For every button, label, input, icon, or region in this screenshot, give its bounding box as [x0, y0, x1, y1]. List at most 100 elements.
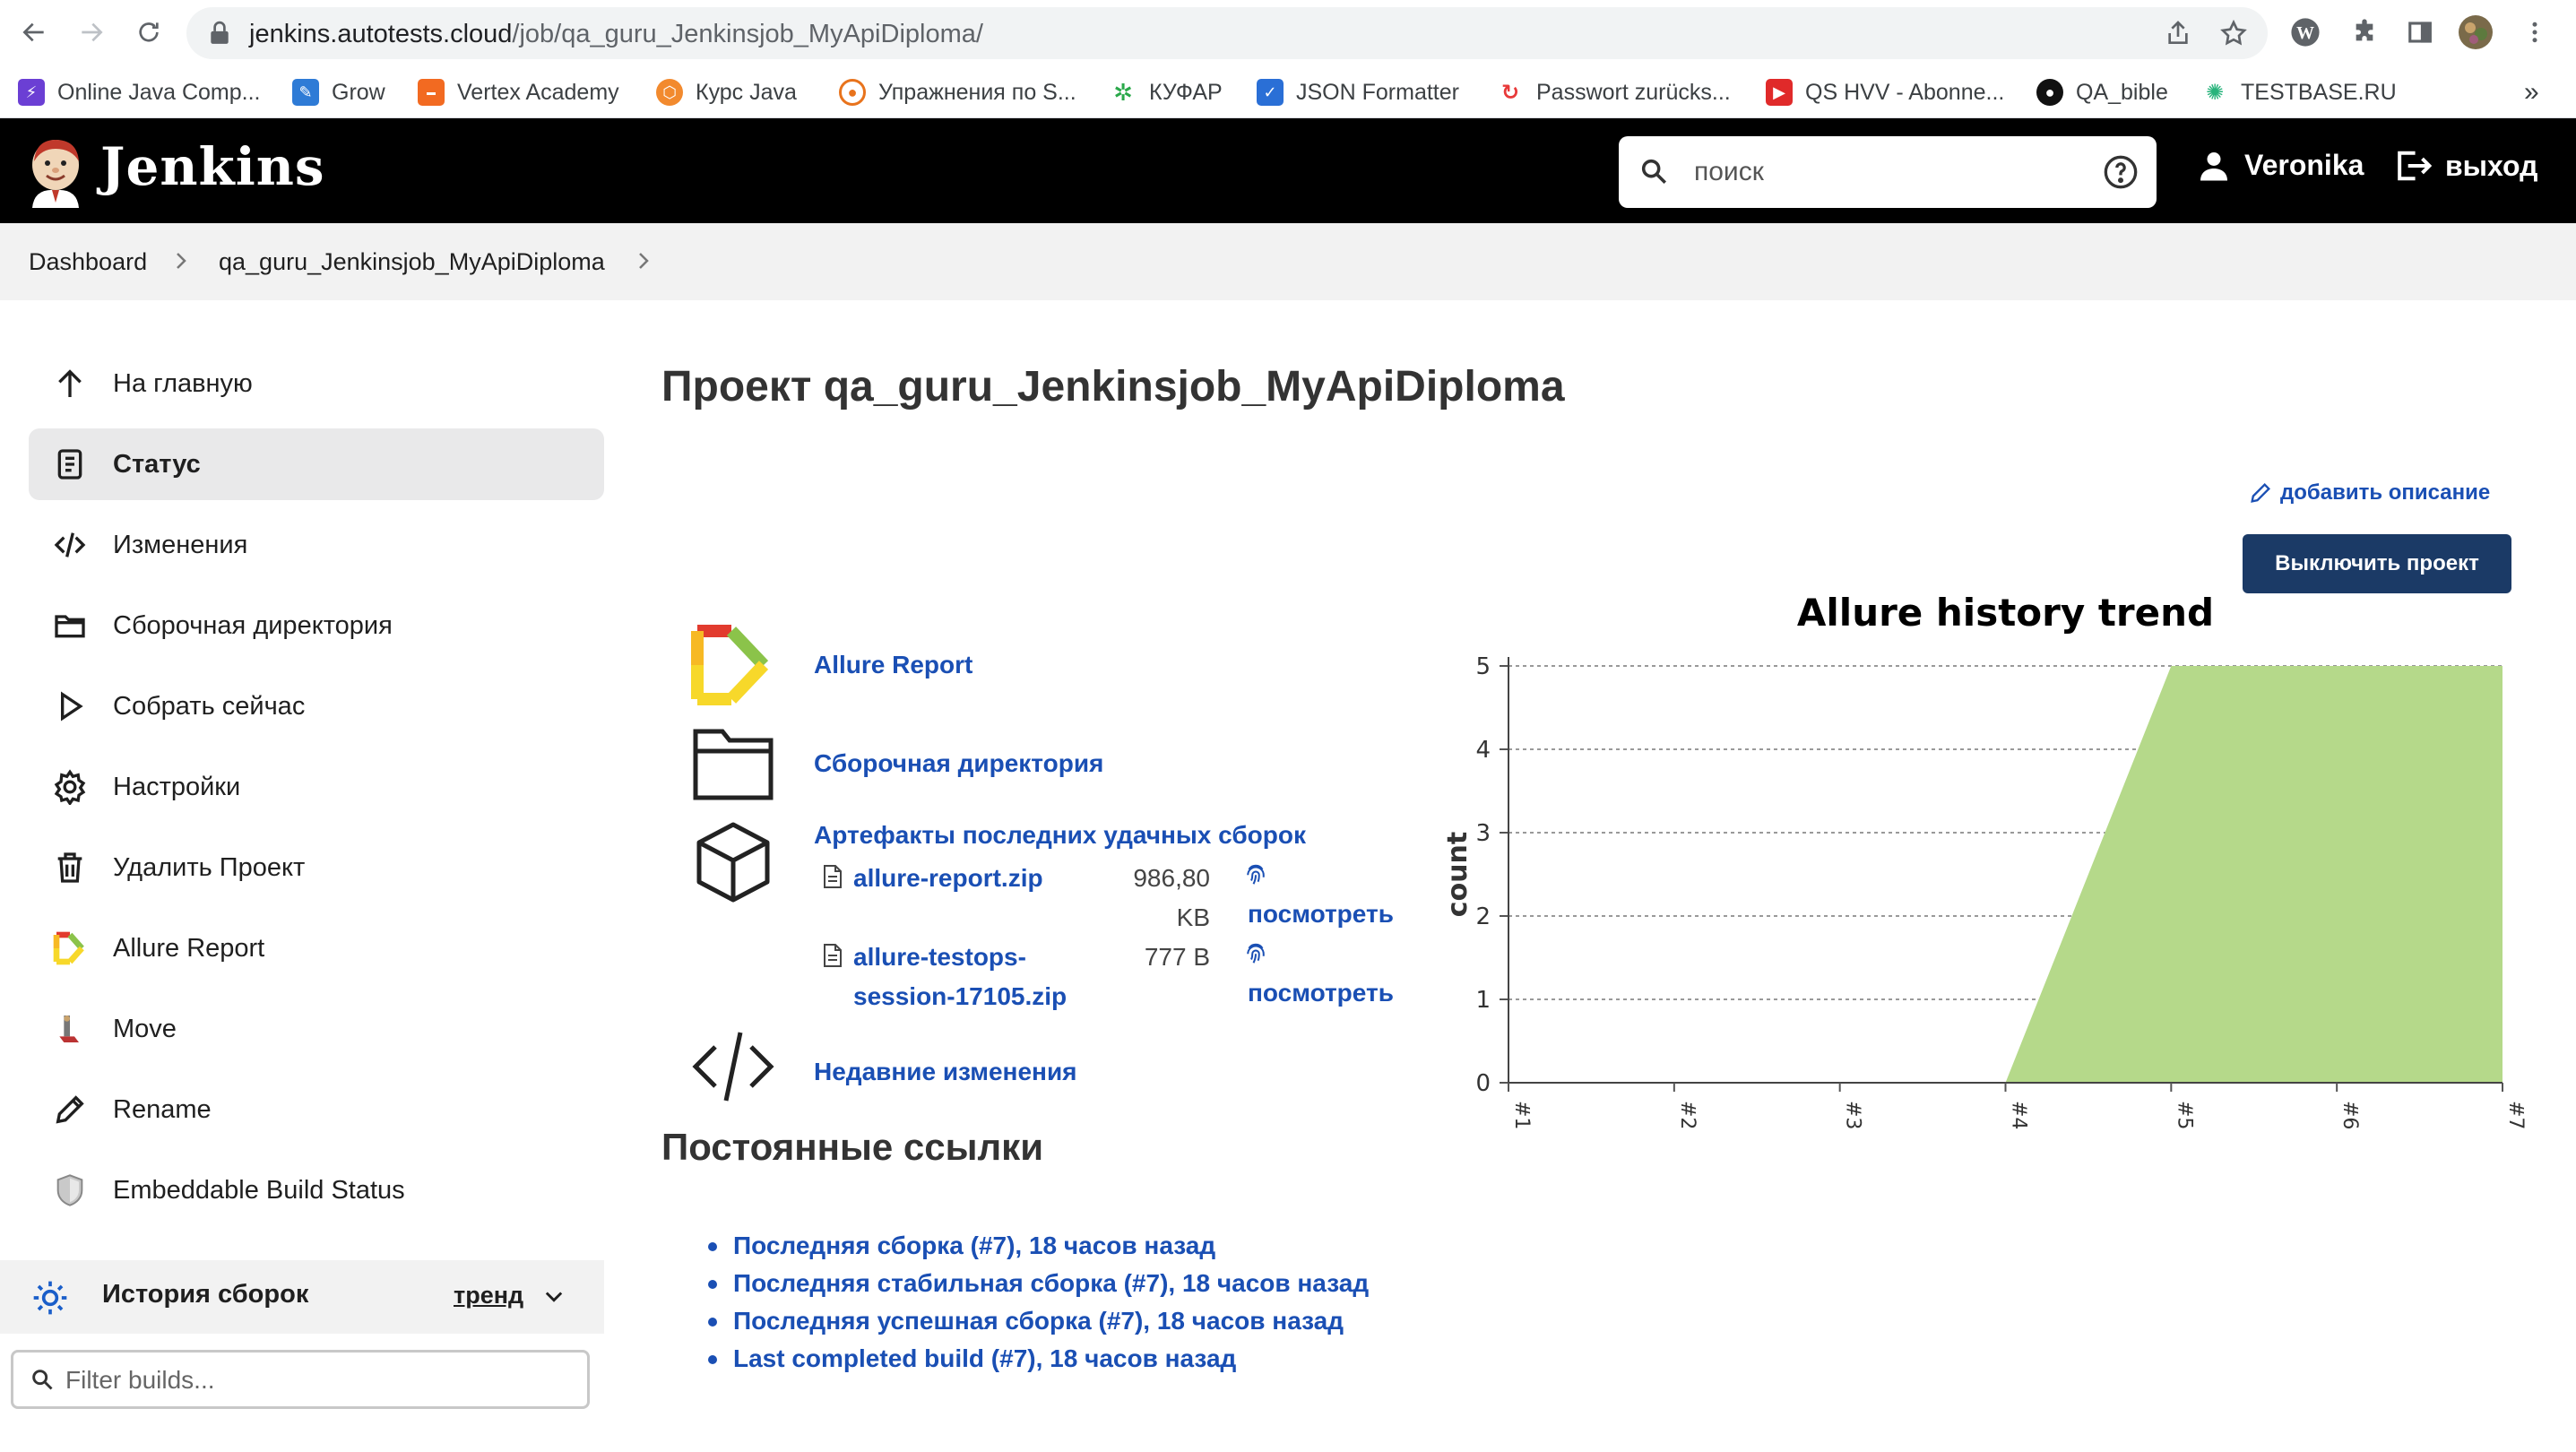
- filter-builds-box[interactable]: [11, 1350, 590, 1409]
- allure-icon[interactable]: [688, 620, 778, 710]
- sidebar-item-delete[interactable]: Удалить Проект: [29, 832, 604, 903]
- list-bullet: [708, 1355, 717, 1364]
- bookmark-label: Курс Java: [696, 79, 797, 105]
- bookmark-label: Упражнения по S...: [878, 79, 1076, 105]
- bookmark-kufar[interactable]: ✲ КУФАР: [1110, 77, 1223, 108]
- logout-link[interactable]: выход: [2395, 149, 2537, 183]
- page-title: Проект qa_guru_Jenkinsjob_MyApiDiploma: [661, 363, 1565, 411]
- artifact-link[interactable]: allure-report.zip: [853, 859, 1043, 898]
- bookmark-qs-hvv[interactable]: ▶ QS HVV - Abonne...: [1766, 77, 2004, 108]
- artifact-size: 986,80 KB: [1101, 859, 1210, 938]
- bookmark-label: JSON Formatter: [1296, 79, 1459, 105]
- check-icon: ✓: [1257, 79, 1284, 106]
- sidebar-item-label: Изменения: [113, 530, 248, 559]
- recent-changes-link[interactable]: Недавние изменения: [814, 1058, 1077, 1086]
- filter-builds-input[interactable]: [65, 1363, 567, 1397]
- help-icon[interactable]: [2103, 154, 2139, 190]
- bookmarks-overflow-button[interactable]: »: [2524, 77, 2539, 108]
- permalink-last-completed-build[interactable]: Last completed build (#7), 18 часов наза…: [733, 1344, 1236, 1373]
- permalink-last-build[interactable]: Последняя сборка (#7), 18 часов назад: [733, 1232, 1215, 1260]
- permalink-last-successful-build[interactable]: Последняя успешная сборка (#7), 18 часов…: [733, 1307, 1344, 1335]
- chevron-right-icon[interactable]: [635, 250, 653, 272]
- bookmark-kurs-java[interactable]: ⬡ Курс Java: [656, 77, 797, 108]
- breadcrumb-dashboard[interactable]: Dashboard: [29, 248, 147, 276]
- star-icon[interactable]: [2219, 19, 2248, 48]
- fingerprint-icon[interactable]: [1242, 939, 1269, 966]
- kebab-menu-icon[interactable]: [2517, 14, 2553, 50]
- workspace-link[interactable]: Сборочная директория: [814, 749, 1103, 778]
- fingerprint-icon[interactable]: [1242, 860, 1269, 887]
- sidebar-item-workspace[interactable]: Сборочная директория: [29, 590, 604, 661]
- folder-icon: [50, 606, 90, 645]
- target-icon: ●: [839, 79, 866, 106]
- bookmark-label: Passwort zurücks...: [1536, 79, 1731, 105]
- sidebar-item-settings[interactable]: Настройки: [29, 751, 604, 823]
- jenkins-title[interactable]: Jenkins: [100, 136, 325, 197]
- search-box[interactable]: [1619, 136, 2157, 208]
- github-icon: ●: [2036, 79, 2063, 106]
- user-link[interactable]: Veronika: [2198, 149, 2364, 182]
- artifact-view-link[interactable]: посмотреть: [1248, 900, 1394, 929]
- lightning-icon: ⚡: [18, 79, 45, 106]
- browser-toolbar: jenkins.autotests.cloud/job/qa_guru_Jenk…: [0, 0, 2576, 66]
- bookmark-label: TESTBASE.RU: [2241, 79, 2397, 105]
- sidebar-item-label: Статус: [113, 449, 201, 479]
- user-name: Veronika: [2244, 149, 2364, 181]
- sidebar-item-allure-report[interactable]: Allure Report: [29, 912, 604, 984]
- allure-history-trend-chart[interactable]: Allure history trend 0 1 2 3 4 5 #1 #2 #3 #4 #5 #6 #7…: [1434, 583, 2528, 1147]
- bookmark-json-formatter[interactable]: ✓ JSON Formatter: [1257, 77, 1459, 108]
- permalink-last-stable-build[interactable]: Последняя стабильная сборка (#7), 18 час…: [733, 1269, 1369, 1298]
- artifact-view-link[interactable]: посмотреть: [1248, 979, 1394, 1007]
- sidebar-item-status[interactable]: Статус: [29, 428, 604, 500]
- bookmark-vertex[interactable]: ▬ Vertex Academy: [418, 77, 619, 108]
- bookmark-label: КУФАР: [1149, 79, 1223, 105]
- trend-link[interactable]: тренд: [454, 1282, 523, 1309]
- bookmark-label: Vertex Academy: [457, 79, 619, 105]
- kufar-icon: ✲: [1110, 79, 1137, 106]
- chevron-right-icon[interactable]: [172, 250, 190, 272]
- artifacts-link[interactable]: Артефакты последних удачных сборок: [814, 821, 1306, 850]
- move-icon: [50, 1009, 90, 1049]
- allure-report-link[interactable]: Allure Report: [814, 651, 972, 679]
- chevron-down-icon[interactable]: [541, 1283, 566, 1309]
- breadcrumb-job[interactable]: qa_guru_Jenkinsjob_MyApiDiploma: [219, 248, 605, 276]
- back-button[interactable]: [14, 13, 54, 52]
- refresh-icon: ↻: [1497, 79, 1524, 106]
- sidebar-item-build-now[interactable]: Собрать сейчас: [29, 670, 604, 742]
- artifact-size-value: 777 B: [1144, 943, 1210, 971]
- artifact-size-unit: KB: [1176, 903, 1210, 931]
- share-icon[interactable]: [2164, 19, 2192, 48]
- artifact-link[interactable]: allure-testops- session-17105.zip: [853, 938, 1067, 1016]
- artifact-size: 777 B: [1101, 938, 1210, 977]
- add-description-link[interactable]: добавить описание: [2248, 480, 2490, 506]
- side-panel-icon[interactable]: [2402, 14, 2438, 50]
- forward-button[interactable]: [72, 13, 111, 52]
- x-tick-label: #3: [1842, 1101, 1864, 1129]
- sidebar-item-changes[interactable]: Изменения: [29, 509, 604, 581]
- sidebar-item-home[interactable]: На главную: [29, 348, 604, 419]
- sidebar-item-move[interactable]: Move: [29, 993, 604, 1065]
- jenkins-logo-icon[interactable]: [25, 134, 86, 208]
- search-input[interactable]: [1694, 151, 2070, 194]
- sidebar-item-rename[interactable]: Rename: [29, 1074, 604, 1145]
- bookmark-exercises[interactable]: ● Упражнения по S...: [839, 77, 1076, 108]
- bookmark-online-java[interactable]: ⚡ Online Java Comp...: [18, 77, 261, 108]
- code-icon[interactable]: [688, 1022, 778, 1111]
- arrow-left-icon: [22, 22, 44, 42]
- bookmark-testbase[interactable]: ✺ TESTBASE.RU: [2201, 77, 2397, 108]
- puzzle-icon[interactable]: [2347, 14, 2382, 50]
- bookmark-qa-bible[interactable]: ● QA_bible: [2036, 77, 2168, 108]
- url-text[interactable]: jenkins.autotests.cloud/job/qa_guru_Jenk…: [249, 20, 983, 49]
- bug-icon: ✺: [2201, 79, 2228, 106]
- bookmark-grow[interactable]: ✎ Grow: [292, 77, 385, 108]
- folder-icon[interactable]: [688, 719, 778, 808]
- wordpress-extension-icon[interactable]: W: [2287, 14, 2323, 50]
- list-bullet: [708, 1280, 717, 1289]
- address-bar[interactable]: jenkins.autotests.cloud/job/qa_guru_Jenk…: [186, 7, 2268, 59]
- overflow-label: »: [2524, 77, 2539, 107]
- bookmark-passwort[interactable]: ↻ Passwort zurücks...: [1497, 77, 1731, 108]
- chart-title: Allure history trend: [1797, 591, 2214, 635]
- reload-button[interactable]: [129, 13, 169, 52]
- profile-avatar[interactable]: [2458, 14, 2494, 50]
- sidebar-item-embeddable-build-status[interactable]: Embeddable Build Status: [29, 1154, 604, 1226]
